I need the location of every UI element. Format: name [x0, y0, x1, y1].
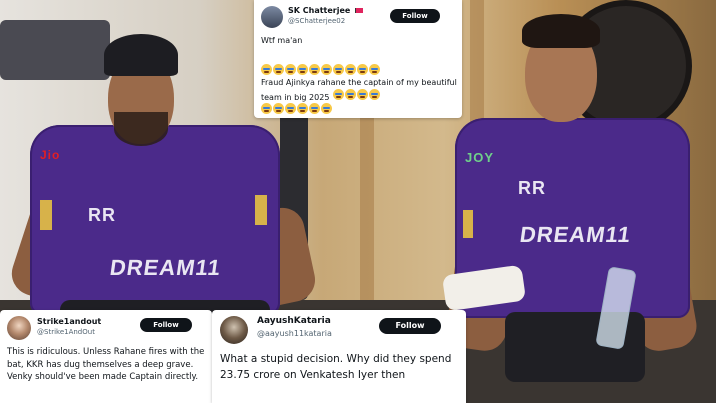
loudly-crying-face-icon — [356, 89, 368, 100]
loudly-crying-face-icon — [369, 64, 380, 75]
loudly-crying-face-icon — [309, 103, 320, 114]
display-name[interactable]: Strike1andout — [37, 317, 101, 326]
jersey-sponsor-main: DREAM11 — [108, 255, 223, 280]
handle[interactable]: @SChatterjee02 — [288, 17, 345, 25]
jersey — [30, 125, 280, 315]
avatar[interactable] — [261, 6, 283, 28]
avatar[interactable] — [220, 316, 248, 344]
loudly-crying-face-icon — [357, 64, 368, 75]
red-flag-icon — [355, 8, 364, 13]
tweet-card-top: SK Chatterjee @SChatterjee02 Follow Wtf … — [254, 0, 462, 118]
jersey-stripe — [463, 210, 473, 238]
follow-button[interactable]: Follow — [140, 318, 192, 332]
loudly-crying-face-icon — [273, 103, 284, 114]
loudly-crying-face-icon — [309, 64, 320, 75]
display-name[interactable]: AayushKataria — [257, 316, 331, 326]
tweet-text-body: Fraud Ajinkya rahane the captain of my b… — [261, 78, 457, 102]
tweet-card-bottom-right: AayushKataria @aayush11kataria Follow Wh… — [212, 310, 466, 403]
loudly-crying-face-icon — [285, 103, 296, 114]
loudly-crying-face-icon — [333, 64, 344, 75]
loudly-crying-face-icon — [368, 89, 380, 100]
jersey-sponsor-main: DREAM11 — [518, 222, 633, 247]
display-name[interactable]: SK Chatterjee — [288, 6, 364, 15]
jersey-stripe — [40, 200, 52, 230]
emoji-row-3 — [261, 103, 461, 114]
beard — [114, 112, 168, 146]
jersey-sponsor-right: JOY — [465, 150, 495, 165]
loudly-crying-face-icon — [321, 103, 332, 114]
emoji-row-1 — [261, 64, 461, 75]
loudly-crying-face-icon — [261, 103, 272, 114]
jersey-stripe — [255, 195, 267, 225]
loudly-crying-face-icon — [297, 103, 308, 114]
tweet-text: This is ridiculous. Unless Rahane fires … — [7, 347, 205, 382]
follow-button[interactable]: Follow — [390, 9, 440, 23]
hair — [522, 14, 600, 48]
display-name-text: SK Chatterjee — [288, 6, 351, 15]
handle[interactable]: @Strike1AndOut — [37, 328, 95, 336]
loudly-crying-face-icon — [285, 64, 296, 75]
gym-machine — [0, 20, 110, 80]
tweet-text-line1: Wtf ma'an — [261, 36, 303, 45]
loudly-crying-face-icon — [332, 89, 344, 100]
jersey-brand: RR — [88, 205, 116, 225]
emoji-row-2 — [332, 89, 380, 102]
backwards-cap — [104, 34, 178, 76]
loudly-crying-face-icon — [321, 64, 332, 75]
jersey-brand: RR — [518, 178, 546, 198]
loudly-crying-face-icon — [273, 64, 284, 75]
loudly-crying-face-icon — [344, 89, 356, 100]
loudly-crying-face-icon — [345, 64, 356, 75]
follow-button[interactable]: Follow — [379, 318, 441, 334]
handle[interactable]: @aayush11kataria — [257, 329, 332, 338]
avatar[interactable] — [7, 316, 31, 340]
tweet-card-bottom-left: Strike1andout @Strike1AndOut Follow This… — [0, 310, 212, 403]
loudly-crying-face-icon — [261, 64, 272, 75]
loudly-crying-face-icon — [297, 64, 308, 75]
tweet-text: What a stupid decision. Why did they spe… — [220, 353, 452, 381]
jersey-sponsor-left: Jio — [40, 148, 61, 162]
